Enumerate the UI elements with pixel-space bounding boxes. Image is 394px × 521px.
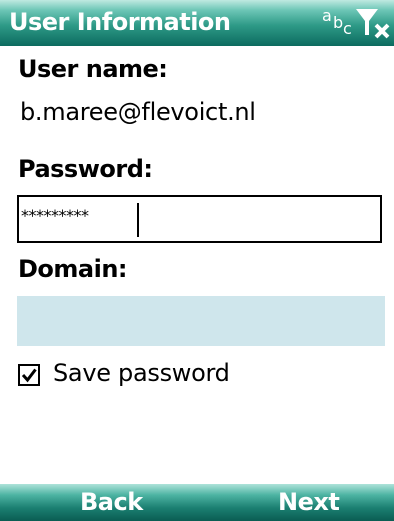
back-softkey[interactable]: Back xyxy=(80,488,143,516)
checkmark-icon xyxy=(21,368,37,383)
window-title: User Information xyxy=(9,8,231,36)
next-softkey[interactable]: Next xyxy=(278,488,340,516)
title-bar: User Information a b c xyxy=(0,0,394,46)
softkey-bar: Back Next xyxy=(0,484,394,521)
input-mode-letter-b: b xyxy=(333,13,344,32)
input-mode-icon[interactable]: a b c xyxy=(322,4,354,38)
domain-label: Domain: xyxy=(18,255,128,283)
username-value[interactable]: b.maree@flevoict.nl xyxy=(20,98,256,126)
save-password-label[interactable]: Save password xyxy=(53,359,230,387)
input-mode-letter-c: c xyxy=(343,19,352,38)
password-label: Password: xyxy=(18,155,153,183)
domain-field[interactable] xyxy=(17,296,385,346)
username-label: User name: xyxy=(18,55,168,83)
password-field[interactable]: ********* xyxy=(17,195,382,243)
input-mode-letter-a: a xyxy=(322,6,332,25)
password-input-value: ********* xyxy=(21,206,89,225)
save-password-checkbox[interactable] xyxy=(18,364,40,386)
no-signal-icon xyxy=(356,9,390,39)
text-caret xyxy=(137,203,139,237)
